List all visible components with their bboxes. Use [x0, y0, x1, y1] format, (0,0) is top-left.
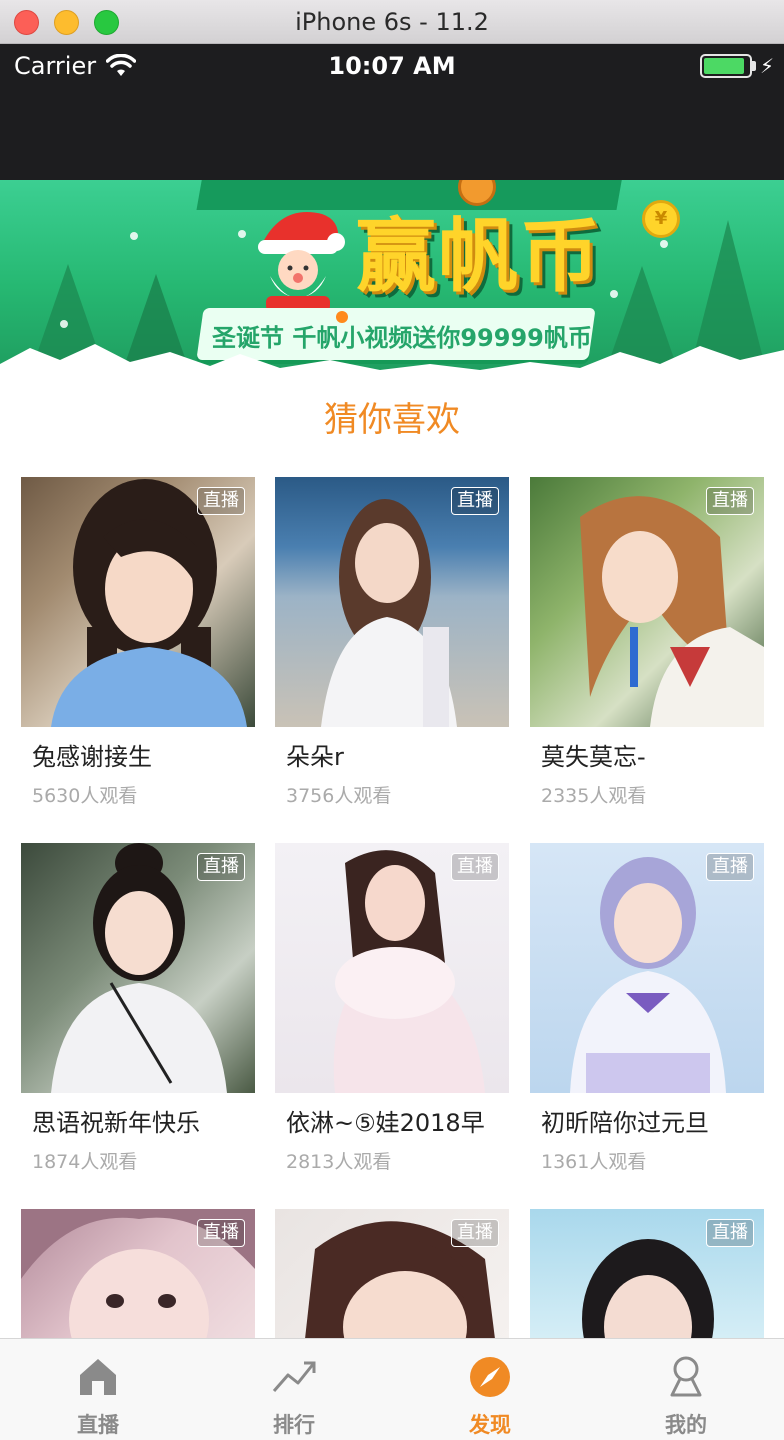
section-title: 猜你喜欢	[324, 400, 460, 440]
compass-icon	[470, 1357, 510, 1397]
viewer-count: 2813人观看	[286, 1151, 392, 1173]
tab-live[interactable]: 直播	[0, 1339, 196, 1440]
snow-ground	[0, 344, 784, 374]
snow-dot	[60, 320, 68, 328]
santa-icon	[258, 212, 345, 310]
stream-thumbnail[interactable]: 直播	[530, 477, 764, 727]
stream-thumbnail[interactable]: 直播	[275, 477, 509, 727]
tab-discover[interactable]: 发现	[392, 1339, 588, 1440]
tab-bar: 直播 排行 发现 我的	[0, 1338, 784, 1440]
viewer-count: 1874人观看	[32, 1151, 138, 1173]
live-badge: 直播	[197, 1219, 245, 1247]
streamer-name: 朵朵r	[286, 743, 344, 771]
charging-bolt-icon: ⚡	[760, 54, 775, 78]
stream-thumbnail[interactable]: 直播	[21, 1209, 255, 1339]
snow-dot	[610, 290, 618, 298]
viewer-count: 3756人观看	[286, 785, 392, 807]
tab-label: 排行	[273, 1413, 315, 1437]
trend-chart-icon	[272, 1361, 316, 1392]
streamer-name: 初昕陪你过元旦	[541, 1109, 709, 1137]
live-badge: 直播	[706, 487, 754, 515]
streamer-name: 莫失莫忘-	[541, 743, 646, 771]
viewer-count: 2335人观看	[541, 785, 647, 807]
live-badge: 直播	[451, 1219, 499, 1247]
stream-thumbnail[interactable]: 直播	[21, 843, 255, 1093]
stream-thumbnail[interactable]: 直播	[21, 477, 255, 727]
coin-icon: ¥	[642, 200, 680, 238]
banner-page-indicator[interactable]	[336, 311, 348, 323]
viewer-count: 1361人观看	[541, 1151, 647, 1173]
streamer-name: 兔感谢接生	[32, 743, 152, 771]
stream-thumbnail[interactable]: 直播	[275, 843, 509, 1093]
tab-label: 发现	[469, 1413, 511, 1437]
battery-tip	[752, 61, 756, 71]
live-badge: 直播	[706, 853, 754, 881]
status-time: 10:07 AM	[328, 52, 456, 80]
tab-label: 我的	[665, 1413, 707, 1437]
snow-dot	[238, 230, 246, 238]
battery-icon	[700, 54, 752, 78]
navigation-bar	[0, 88, 784, 180]
live-badge: 直播	[451, 853, 499, 881]
window-title: iPhone 6s - 11.2	[295, 8, 489, 36]
live-badge: 直播	[197, 487, 245, 515]
simulator-title-bar: iPhone 6s - 11.2	[0, 0, 784, 44]
home-icon	[80, 1359, 116, 1395]
banner-headline: 赢帆币	[356, 210, 602, 303]
snow-dot	[660, 240, 668, 248]
stream-thumbnail[interactable]: 直播	[275, 1209, 509, 1339]
user-profile-icon	[670, 1356, 702, 1397]
streamer-name: 思语祝新年快乐	[32, 1109, 200, 1137]
streamer-name: 依淋~⑤娃2018早	[286, 1109, 485, 1137]
live-badge: 直播	[197, 853, 245, 881]
tab-profile[interactable]: 我的	[588, 1339, 784, 1440]
tab-label: 直播	[77, 1413, 119, 1437]
viewer-count: 5630人观看	[32, 785, 138, 807]
live-badge: 直播	[706, 1219, 754, 1247]
live-badge: 直播	[451, 487, 499, 515]
stream-thumbnail[interactable]: 直播	[530, 843, 764, 1093]
tab-ranking[interactable]: 排行	[196, 1339, 392, 1440]
status-bar: Carrier 10:07 AM ⚡	[0, 44, 784, 88]
snow-dot	[130, 232, 138, 240]
promo-banner[interactable]: 赢帆币 ¥ 圣诞节 千帆小视频送你99999帆币	[0, 180, 784, 374]
stream-thumbnail[interactable]: 直播	[530, 1209, 764, 1339]
